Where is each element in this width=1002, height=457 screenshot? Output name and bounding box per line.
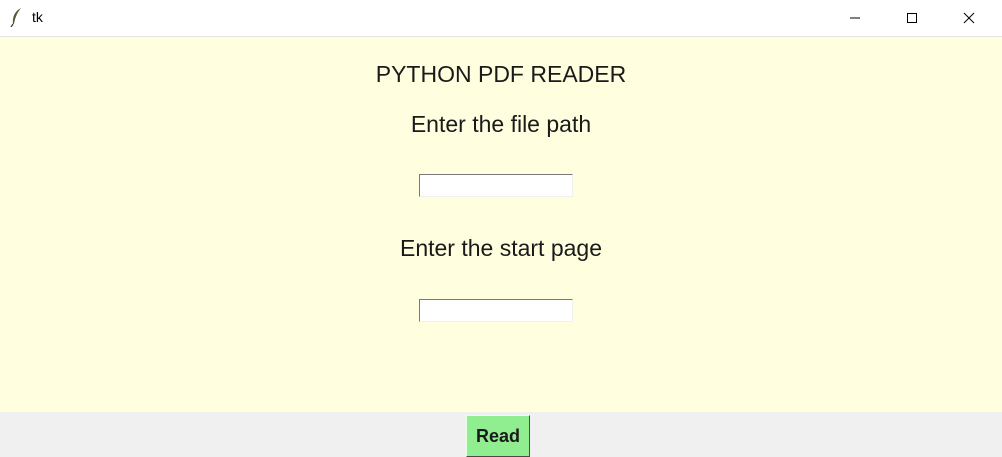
start-page-input[interactable] bbox=[419, 299, 573, 322]
main-panel: PYTHON PDF READER Enter the file path En… bbox=[0, 37, 1002, 412]
close-button[interactable] bbox=[946, 0, 992, 36]
feather-icon bbox=[10, 8, 21, 27]
maximize-button[interactable] bbox=[889, 0, 935, 36]
file-path-label: Enter the file path bbox=[410, 111, 592, 137]
start-page-label: Enter the start page bbox=[399, 235, 602, 261]
close-icon bbox=[963, 12, 975, 24]
minimize-button[interactable] bbox=[832, 0, 878, 36]
window-title: tk bbox=[32, 9, 43, 25]
read-button[interactable]: Read bbox=[466, 415, 530, 457]
app-title: PYTHON PDF READER bbox=[375, 61, 627, 87]
title-bar[interactable]: tk bbox=[0, 0, 1002, 37]
file-path-input[interactable] bbox=[419, 174, 573, 197]
maximize-icon bbox=[907, 13, 917, 23]
minimize-icon bbox=[850, 17, 860, 19]
